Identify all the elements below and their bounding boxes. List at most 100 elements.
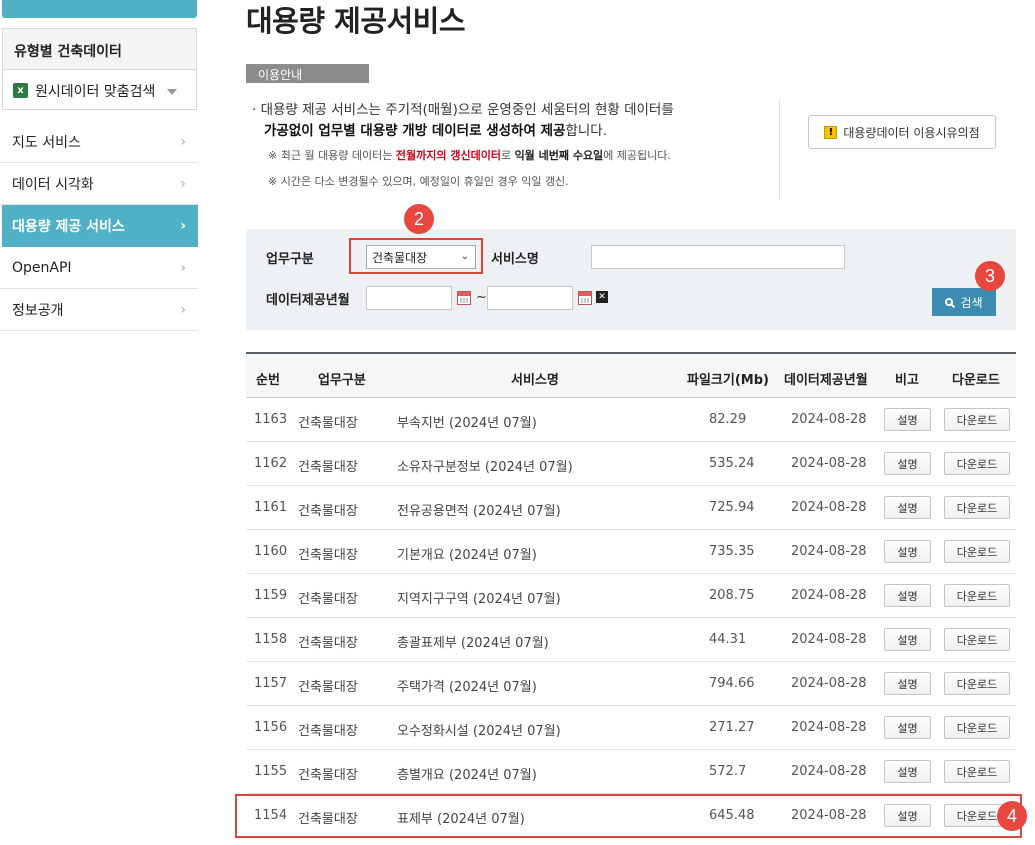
description-button[interactable]: 설명 bbox=[884, 584, 931, 607]
step-marker-3: 3 bbox=[975, 261, 1005, 291]
description-button[interactable]: 설명 bbox=[884, 540, 931, 563]
type-select[interactable]: 건축물대장 ⌄ bbox=[366, 245, 476, 269]
download-button[interactable]: 다운로드 bbox=[944, 672, 1010, 695]
guide-note-1: ※ 최근 월 대용량 데이터는 전월까지의 갱신데이터로 익월 네번째 수요일에… bbox=[252, 148, 767, 164]
sidebar-item-visualization[interactable]: 데이터 시각화 › bbox=[0, 163, 198, 205]
table-row: 1155 건축물대장 층별개요 (2024년 07월) 572.7 2024-08-28… bbox=[246, 750, 1016, 794]
highlight-box bbox=[235, 794, 1022, 838]
sidebar-item-openapi[interactable]: OpenAPI › bbox=[0, 247, 198, 289]
step-marker-2: 2 bbox=[404, 204, 434, 234]
clear-date-icon[interactable]: ✕ bbox=[596, 291, 608, 303]
date-from-input[interactable] bbox=[366, 286, 452, 310]
table-row: 1159 건축물대장 지역지구구역 (2024년 07월) 208.75 2024-08… bbox=[246, 574, 1016, 618]
description-button[interactable]: 설명 bbox=[884, 496, 931, 519]
chevron-right-icon: › bbox=[180, 259, 186, 276]
search-button-label: 검색 bbox=[960, 295, 983, 310]
cell-type: 건축물대장 bbox=[298, 592, 358, 607]
download-button[interactable]: 다운로드 bbox=[944, 760, 1010, 783]
search-icon bbox=[945, 298, 954, 306]
table-row: 1162 건축물대장 소유자구분정보 (2024년 07월) 535.24 2024-0… bbox=[246, 442, 1016, 486]
col-date: 데이터제공년월 bbox=[784, 373, 868, 388]
cell-seq: 1158 bbox=[254, 632, 288, 647]
sidebar-item-label: 정보공개 bbox=[12, 302, 64, 319]
building-data-box: 유형별 건축데이터 x 원시데이터 맞춤검색 bbox=[2, 28, 197, 110]
note-1-bold: 익월 네번째 수요일 bbox=[514, 149, 604, 162]
cell-type: 건축물대장 bbox=[298, 636, 358, 651]
guide-line-1: · 대용량 제공 서비스는 주기적(매월)으로 운영중인 세움터의 현황 데이터… bbox=[252, 102, 674, 118]
table-header: 순번 업무구분 서비스명 파일크기(Mb) 데이터제공년월 비고 다운로드 bbox=[246, 352, 1016, 398]
download-button[interactable]: 다운로드 bbox=[944, 628, 1010, 651]
table-row: 1163 건축물대장 부속지번 (2024년 07월) 82.29 2024-08-28… bbox=[246, 398, 1016, 442]
sidebar-item-bulk-service[interactable]: 대용량 제공 서비스 › bbox=[2, 205, 198, 247]
sidebar-item-label: 데이터 시각화 bbox=[12, 176, 94, 193]
cell-service: 기본개요 (2024년 07월) bbox=[397, 548, 537, 563]
cell-seq: 1156 bbox=[254, 720, 288, 735]
cell-date: 2024-08-28 bbox=[791, 720, 867, 735]
guide-note-2: ※ 시간은 다소 변경될수 있으며, 예정일이 휴일인 경우 익일 갱신. bbox=[268, 175, 569, 188]
data-table: 순번 업무구분 서비스명 파일크기(Mb) 데이터제공년월 비고 다운로드 11… bbox=[246, 352, 1016, 838]
cell-type: 건축물대장 bbox=[298, 724, 358, 739]
usage-notice-button[interactable]: ! 대용량데이터 이용시유의점 bbox=[808, 115, 996, 149]
note-1-red: 전월까지의 갱신데이터 bbox=[395, 149, 501, 162]
sidebar-top-banner[interactable] bbox=[2, 0, 197, 18]
cell-date: 2024-08-28 bbox=[791, 588, 867, 603]
type-select-value: 건축물대장 bbox=[372, 251, 428, 265]
download-button[interactable]: 다운로드 bbox=[944, 540, 1010, 563]
download-button[interactable]: 다운로드 bbox=[944, 496, 1010, 519]
warning-icon: ! bbox=[824, 125, 838, 139]
download-button[interactable]: 다운로드 bbox=[944, 716, 1010, 739]
chevron-right-icon: › bbox=[180, 133, 186, 150]
raw-data-search-dropdown[interactable]: x 원시데이터 맞춤검색 bbox=[3, 70, 196, 110]
table-row: 1158 건축물대장 총괄표제부 (2024년 07월) 44.31 2024-08-2… bbox=[246, 618, 1016, 662]
description-button[interactable]: 설명 bbox=[884, 716, 931, 739]
service-name-input[interactable] bbox=[591, 245, 845, 269]
cell-service: 오수정화시설 (2024년 07월) bbox=[397, 724, 561, 739]
download-button[interactable]: 다운로드 bbox=[944, 452, 1010, 475]
col-service: 서비스명 bbox=[511, 373, 559, 388]
download-button[interactable]: 다운로드 bbox=[944, 408, 1010, 431]
sidebar-item-disclosure[interactable]: 정보공개 › bbox=[0, 289, 198, 331]
building-data-title: 유형별 건축데이터 bbox=[3, 29, 196, 70]
sidebar-menu: 지도 서비스 › 데이터 시각화 › 대용량 제공 서비스 › OpenAPI … bbox=[0, 121, 198, 331]
cell-service: 부속지번 (2024년 07월) bbox=[397, 416, 537, 431]
col-size: 파일크기(Mb) bbox=[687, 373, 769, 388]
table-row: 1157 건축물대장 주택가격 (2024년 07월) 794.66 2024-08-2… bbox=[246, 662, 1016, 706]
usage-notice-label: 대용량데이터 이용시유의점 bbox=[843, 125, 980, 140]
date-to-input[interactable] bbox=[487, 286, 573, 310]
search-button[interactable]: 검색 bbox=[932, 288, 996, 316]
sidebar-item-map-service[interactable]: 지도 서비스 › bbox=[0, 121, 198, 163]
cell-seq: 1159 bbox=[254, 588, 288, 603]
description-button[interactable]: 설명 bbox=[884, 408, 931, 431]
cell-date: 2024-08-28 bbox=[791, 500, 867, 515]
divider bbox=[779, 100, 780, 199]
cell-type: 건축물대장 bbox=[298, 680, 358, 695]
sidebar-item-label: 지도 서비스 bbox=[12, 134, 81, 151]
description-button[interactable]: 설명 bbox=[884, 760, 931, 783]
type-label: 업무구분 bbox=[266, 252, 314, 267]
col-type: 업무구분 bbox=[318, 373, 366, 388]
calendar-icon[interactable] bbox=[457, 291, 471, 305]
description-button[interactable]: 설명 bbox=[884, 672, 931, 695]
calendar-icon[interactable] bbox=[578, 291, 592, 305]
table-body: 1163 건축물대장 부속지번 (2024년 07월) 82.29 2024-08-28… bbox=[246, 398, 1016, 838]
download-button[interactable]: 다운로드 bbox=[944, 584, 1010, 607]
cell-seq: 1161 bbox=[254, 500, 288, 515]
cell-size: 82.29 bbox=[709, 412, 747, 427]
cell-size: 208.75 bbox=[709, 588, 755, 603]
cell-service: 소유자구분정보 (2024년 07월) bbox=[397, 460, 573, 475]
step-marker-4: 4 bbox=[997, 801, 1027, 831]
chevron-right-icon: › bbox=[180, 301, 186, 318]
excel-icon: x bbox=[13, 83, 28, 98]
col-note: 비고 bbox=[895, 373, 919, 388]
description-button[interactable]: 설명 bbox=[884, 452, 931, 475]
cell-size: 572.7 bbox=[709, 764, 747, 779]
date-label: 데이터제공년월 bbox=[266, 293, 350, 308]
guide-line-2-bold: 가공없이 업무별 대용량 개방 데이터로 생성하여 제공 bbox=[264, 123, 566, 139]
cell-date: 2024-08-28 bbox=[791, 544, 867, 559]
cell-type: 건축물대장 bbox=[298, 548, 358, 563]
cell-type: 건축물대장 bbox=[298, 768, 358, 783]
page-title: 대용량 제공서비스 bbox=[246, 4, 466, 38]
cell-type: 건축물대장 bbox=[298, 460, 358, 475]
description-button[interactable]: 설명 bbox=[884, 628, 931, 651]
usage-guide-tag: 이용안내 bbox=[246, 64, 369, 83]
